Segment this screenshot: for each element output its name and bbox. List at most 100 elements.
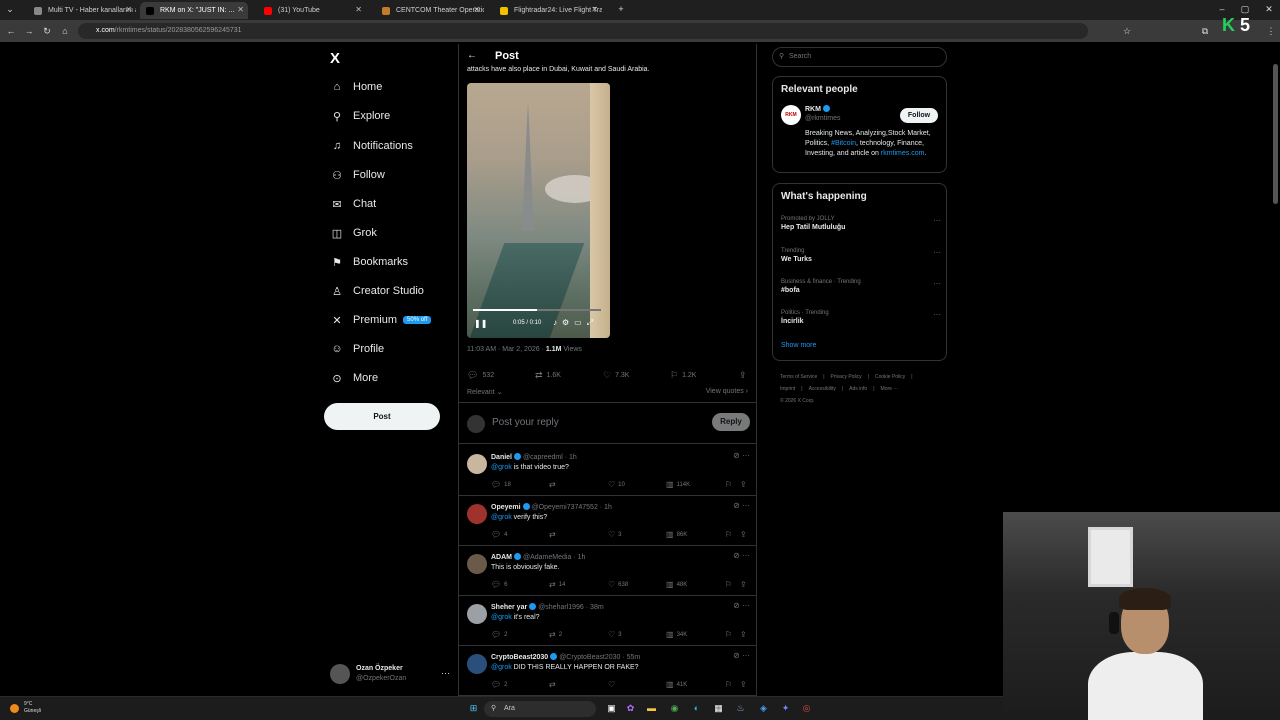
like-action[interactable]: ♡ 10 xyxy=(608,480,625,489)
task-view-icon[interactable]: ▣ xyxy=(605,702,618,715)
file-explorer-icon[interactable]: ▬ xyxy=(645,702,658,715)
hashtag-link[interactable]: #Bitcoin xyxy=(831,140,856,147)
repost-action[interactable]: ⇄ 14 xyxy=(549,580,565,589)
repost-action[interactable]: ⇄ xyxy=(549,480,559,489)
extensions-icon[interactable]: ⧉ xyxy=(1198,24,1212,38)
reply-action[interactable]: 💬︎ 18 xyxy=(491,480,511,489)
close-tab-icon[interactable]: ✕ xyxy=(473,5,480,14)
avatar[interactable] xyxy=(467,554,487,574)
like-action[interactable]: ♡ 7.3K xyxy=(603,370,629,381)
reply-item[interactable]: ADAM @AdameMedia · 1h ⊘ ··· This is obvious… xyxy=(459,546,756,596)
app-icon-2[interactable]: ✦ xyxy=(779,702,792,715)
video-player[interactable]: ❚❚ 0:05 / 0:10 ♪⚙▭⤢ xyxy=(467,83,610,338)
store-icon[interactable]: ▦ xyxy=(712,702,725,715)
back-arrow-icon[interactable]: ← xyxy=(4,24,18,38)
close-tab-icon[interactable]: ✕ xyxy=(355,5,362,14)
reply-item[interactable]: Daniel @capreedml · 1h ⊘ ··· @grok is that … xyxy=(459,446,756,496)
edge-icon[interactable]: ◐ xyxy=(690,702,703,715)
person-name[interactable]: RKM xyxy=(805,105,830,113)
footer-link[interactable]: © 2026 X Corp. xyxy=(780,398,815,404)
share-icon[interactable]: ⇪ xyxy=(740,530,750,539)
bookmark-icon[interactable]: ⚐ xyxy=(725,480,735,489)
footer-link[interactable]: Accessibility xyxy=(809,386,836,392)
nav-item-creator-studio[interactable]: ♙ Creator Studio xyxy=(330,280,424,302)
avatar[interactable] xyxy=(467,504,487,524)
view-quotes-link[interactable]: View quotes › xyxy=(706,388,748,395)
reply-action[interactable]: 💬︎ 532 xyxy=(467,370,494,381)
avatar[interactable] xyxy=(467,604,487,624)
taskbar-search[interactable]: ⚲ Ara xyxy=(484,701,596,717)
app-icon[interactable]: ◈ xyxy=(757,702,770,715)
share-icon[interactable]: ⇪ xyxy=(739,370,751,381)
reply-action[interactable]: 💬︎ 2 xyxy=(491,680,508,689)
back-arrow-icon[interactable]: ← xyxy=(467,50,477,61)
reply-input[interactable]: Post your reply xyxy=(492,417,559,428)
reply-action[interactable]: 💬︎ 6 xyxy=(491,580,508,589)
bookmark-icon[interactable]: ⚐ xyxy=(725,530,735,539)
reply-item[interactable]: Sheher yar @sheharl1996 · 38m ⊘ ··· @grok i… xyxy=(459,596,756,646)
avatar[interactable] xyxy=(467,654,487,674)
reply-button[interactable]: Reply xyxy=(712,413,750,431)
nav-item-home[interactable]: ⌂ Home xyxy=(330,76,383,98)
post-button[interactable]: Post xyxy=(324,403,440,430)
reload-icon[interactable]: ↻ xyxy=(40,24,54,38)
bookmark-icon[interactable]: ⚐ xyxy=(725,580,735,589)
footer-link[interactable]: More ··· xyxy=(881,386,899,392)
browser-tab[interactable]: CENTCOM Theater Operations ✕ xyxy=(376,2,484,19)
minimize-button[interactable]: – xyxy=(1215,2,1229,16)
more-dots-icon[interactable]: ⊘ ··· xyxy=(733,601,750,610)
nav-item-premium[interactable]: ✕ Premium 50% off xyxy=(330,309,432,331)
views-action[interactable]: ▥ 114K xyxy=(666,480,690,489)
like-action[interactable]: ♡ 3 xyxy=(608,530,622,539)
repost-action[interactable]: ⇄ xyxy=(549,530,559,539)
nav-item-explore[interactable]: ⚲ Explore xyxy=(330,105,390,127)
reply-item[interactable]: CryptoBeast2030 @CryptoBeast2030 · 55m ⊘ ·… xyxy=(459,646,756,696)
close-tab-icon[interactable]: ✕ xyxy=(591,5,598,14)
trend-item[interactable]: Politics · Trending İncirlik ··· xyxy=(781,310,941,325)
repost-action[interactable]: ⇄ 2 xyxy=(549,630,562,639)
more-dots-icon[interactable]: ··· xyxy=(933,310,941,319)
copilot-icon[interactable]: ✿ xyxy=(624,702,637,715)
nav-item-profile[interactable]: ☺ Profile xyxy=(330,338,384,360)
reply-item[interactable]: Opeyemi @Opeyemi73747552 · 1h ⊘ ··· @grok v… xyxy=(459,496,756,546)
close-window-button[interactable]: ✕ xyxy=(1262,2,1276,16)
steam-icon[interactable]: ♨ xyxy=(734,702,747,715)
browser-tab[interactable]: Multi TV - Haber kanallarını aynı✕ xyxy=(28,2,136,19)
reply-action[interactable]: 💬︎ 2 xyxy=(491,630,508,639)
trend-item[interactable]: Trending We Turks ··· xyxy=(781,248,941,263)
sort-replies-dropdown[interactable]: Relevant ⌄ xyxy=(467,388,502,396)
like-action[interactable]: ♡ 3 xyxy=(608,630,622,639)
more-dots-icon[interactable]: ⊘ ··· xyxy=(733,451,750,460)
share-icon[interactable]: ⇪ xyxy=(740,580,750,589)
views-action[interactable]: ▥ 48K xyxy=(666,580,687,589)
close-tab-icon[interactable]: ✕ xyxy=(237,5,244,14)
like-action[interactable]: ♡ 638 xyxy=(608,580,628,589)
footer-link[interactable]: Imprint xyxy=(780,386,795,392)
more-dots-icon[interactable]: ··· xyxy=(933,248,941,257)
account-switcher[interactable]: Ozan Özpeker @OzpekerOzan ··· xyxy=(330,664,450,686)
more-dots-icon[interactable]: ··· xyxy=(933,279,941,288)
views-action[interactable]: ▥ 34K xyxy=(666,630,687,639)
x-logo-icon[interactable]: X xyxy=(330,50,340,67)
nav-item-follow[interactable]: ⚇ Follow xyxy=(330,164,385,186)
new-tab-button[interactable]: + xyxy=(614,2,628,16)
avatar[interactable] xyxy=(467,454,487,474)
more-dots-icon[interactable]: ⊘ ··· xyxy=(733,501,750,510)
bookmark-star-icon[interactable]: ☆ xyxy=(1120,24,1134,38)
app-icon-3[interactable]: ◎ xyxy=(800,702,813,715)
nav-item-more[interactable]: ⊙ More xyxy=(330,367,378,389)
repost-action[interactable]: ⇄ xyxy=(549,680,559,689)
pause-icon[interactable]: ❚❚ xyxy=(474,319,487,328)
footer-link[interactable]: Privacy Policy xyxy=(831,374,862,380)
show-more-link[interactable]: Show more xyxy=(781,342,816,349)
views-action[interactable]: ▥ 86K xyxy=(666,530,687,539)
reply-action[interactable]: 💬︎ 4 xyxy=(491,530,508,539)
avatar[interactable]: RKM xyxy=(781,105,801,125)
close-tab-icon[interactable]: ✕ xyxy=(125,5,132,14)
post-timestamp[interactable]: 11:03 AM · Mar 2, 2026 · xyxy=(467,346,546,353)
browser-tab[interactable]: (31) YouTube ✕ xyxy=(258,2,366,19)
menu-dots-icon[interactable]: ⋮ xyxy=(1264,24,1278,38)
website-link[interactable]: rkmtimes.com xyxy=(881,150,925,157)
nav-item-bookmarks[interactable]: ⚑ Bookmarks xyxy=(330,251,408,273)
footer-link[interactable]: Cookie Policy xyxy=(875,374,905,380)
